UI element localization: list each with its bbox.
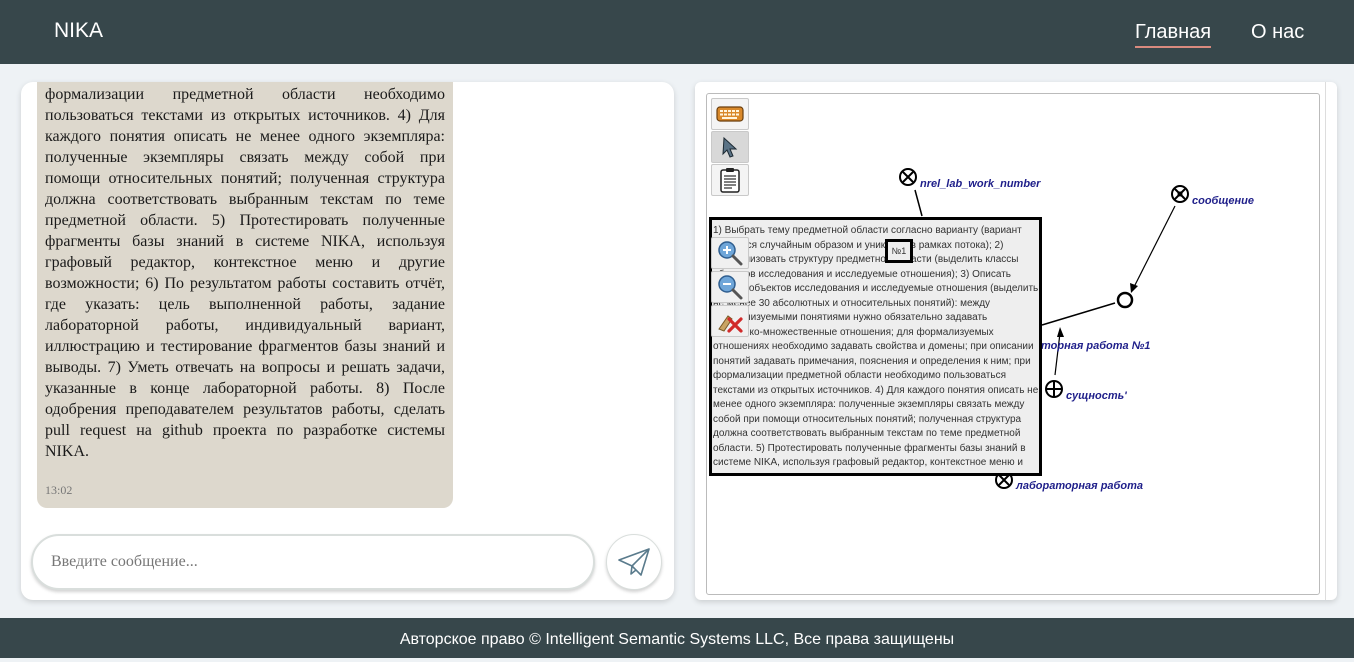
message-input[interactable]: [31, 534, 595, 590]
tool-keyboard-button[interactable]: [711, 98, 749, 130]
edge-nrel: [914, 189, 923, 217]
label-lab-work-1[interactable]: торная работа №1: [1041, 340, 1150, 352]
label-lab-work[interactable]: лабораторная работа: [1016, 480, 1143, 492]
clear-canvas-button[interactable]: [711, 305, 749, 337]
lab-number-badge[interactable]: №1: [885, 239, 913, 263]
label-message[interactable]: сообщение: [1192, 195, 1254, 207]
edge-message-arrow: [1133, 205, 1176, 288]
content-node-box[interactable]: 1) Выбрать тему предметной области согла…: [709, 217, 1042, 476]
arrow-head-message: [1130, 283, 1138, 293]
brand-logo[interactable]: NIKA: [54, 19, 103, 43]
nav-link-home[interactable]: Главная: [1135, 21, 1212, 48]
zoom-in-button[interactable]: [711, 237, 749, 269]
keyboard-icon: [716, 106, 744, 122]
node-essence[interactable]: [1045, 380, 1063, 398]
chat-panel: примечания, пояснения и определения к ни…: [21, 82, 674, 600]
scrollbar[interactable]: [1325, 82, 1326, 600]
tool-pointer-button[interactable]: [711, 131, 749, 163]
top-navbar: NIKA Главная О нас: [0, 0, 1354, 64]
edge-lab-work: [1041, 302, 1116, 326]
pointer-icon: [722, 136, 738, 158]
message-bubble: примечания, пояснения и определения к ни…: [37, 82, 453, 508]
message-text: примечания, пояснения и определения к ни…: [45, 86, 445, 460]
label-essence[interactable]: сущность': [1066, 390, 1127, 402]
message-timestamp: 13:02: [45, 483, 73, 497]
copyright-text: Авторское право © Intelligent Semantic S…: [399, 631, 955, 648]
paper-plane-icon: [618, 548, 650, 576]
nav-link-about[interactable]: О нас: [1251, 21, 1304, 44]
label-nrel-lab-work-number[interactable]: nrel_lab_work_number: [920, 178, 1040, 190]
clipboard-icon: [720, 168, 740, 193]
node-nrel[interactable]: [899, 168, 917, 186]
send-button[interactable]: [606, 534, 662, 590]
tool-clipboard-button[interactable]: [711, 164, 749, 196]
clear-icon: [718, 315, 743, 333]
graph-editor-panel: nrel_lab_work_number сообщение торная ра…: [695, 82, 1337, 600]
graph-canvas[interactable]: nrel_lab_work_number сообщение торная ра…: [706, 93, 1320, 595]
zoom-out-button[interactable]: [711, 271, 749, 303]
node-message[interactable]: [1171, 185, 1189, 203]
content-node-text: 1) Выбрать тему предметной области согла…: [713, 225, 1039, 473]
footer: Авторское право © Intelligent Semantic S…: [0, 618, 1354, 658]
zoom-out-icon: [718, 275, 743, 300]
node-lab-work-1[interactable]: [1116, 291, 1134, 309]
zoom-in-icon: [718, 241, 743, 266]
arrow-head-essence: [1057, 327, 1064, 337]
